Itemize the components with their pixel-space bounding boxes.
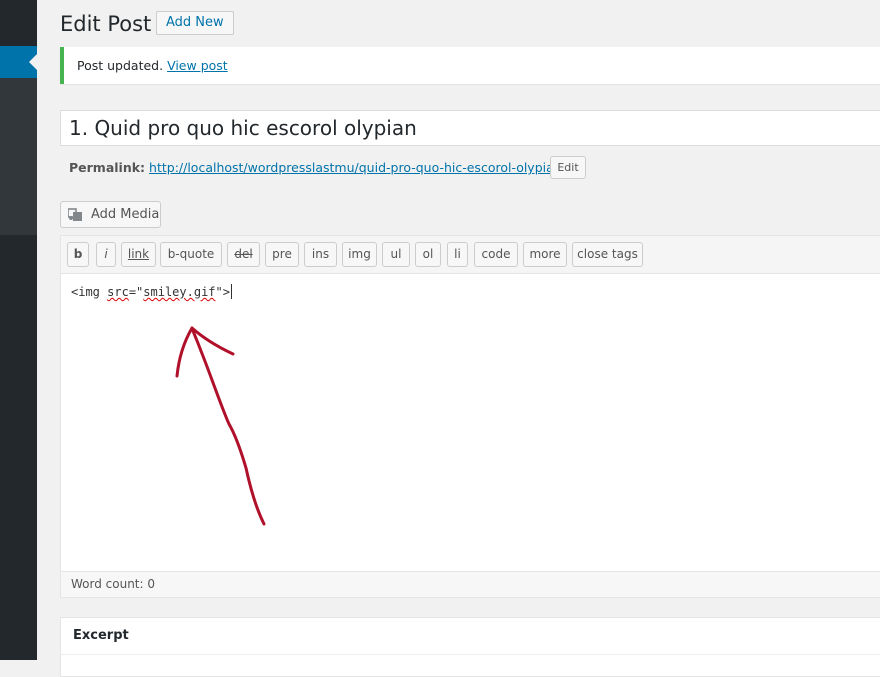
text-editor: b i link b-quote del pre ins img ul ol l…	[60, 235, 880, 598]
permalink-base: http://localhost/wordpresslastmu/	[149, 160, 359, 175]
excerpt-box: Excerpt	[60, 617, 880, 677]
word-count: Word count: 0	[71, 577, 156, 591]
media-icon	[68, 208, 82, 221]
permalink-row: Permalink: http://localhost/wordpresslas…	[69, 159, 578, 177]
add-media-button[interactable]: Add Media	[60, 201, 161, 228]
excerpt-title[interactable]: Excerpt	[73, 628, 129, 643]
annotation-arrow-icon	[175, 326, 266, 526]
sidebar-active-menu-item[interactable]	[0, 46, 37, 78]
sidebar-submenu	[0, 78, 37, 235]
add-media-label: Add Media	[91, 207, 160, 222]
word-count-bar: Word count: 0	[61, 571, 880, 597]
permalink-link[interactable]: http://localhost/wordpresslastmu/quid-pr…	[149, 160, 578, 175]
admin-sidebar	[0, 0, 37, 660]
excerpt-divider	[61, 654, 880, 655]
permalink-slug: quid-pro-quo-hic-escorol-olypian-2/	[358, 160, 579, 175]
permalink-label: Permalink:	[69, 160, 146, 175]
permalink-edit-button[interactable]: Edit	[550, 156, 586, 179]
view-post-link[interactable]: View post	[167, 58, 228, 73]
post-title-input[interactable]: 1. Quid pro quo hic escorol olypian	[60, 110, 880, 146]
add-new-button[interactable]: Add New	[156, 11, 234, 35]
notice-message: Post updated.	[77, 58, 164, 73]
page-title: Edit Post	[60, 12, 152, 36]
update-notice: Post updated. View post	[60, 47, 880, 84]
